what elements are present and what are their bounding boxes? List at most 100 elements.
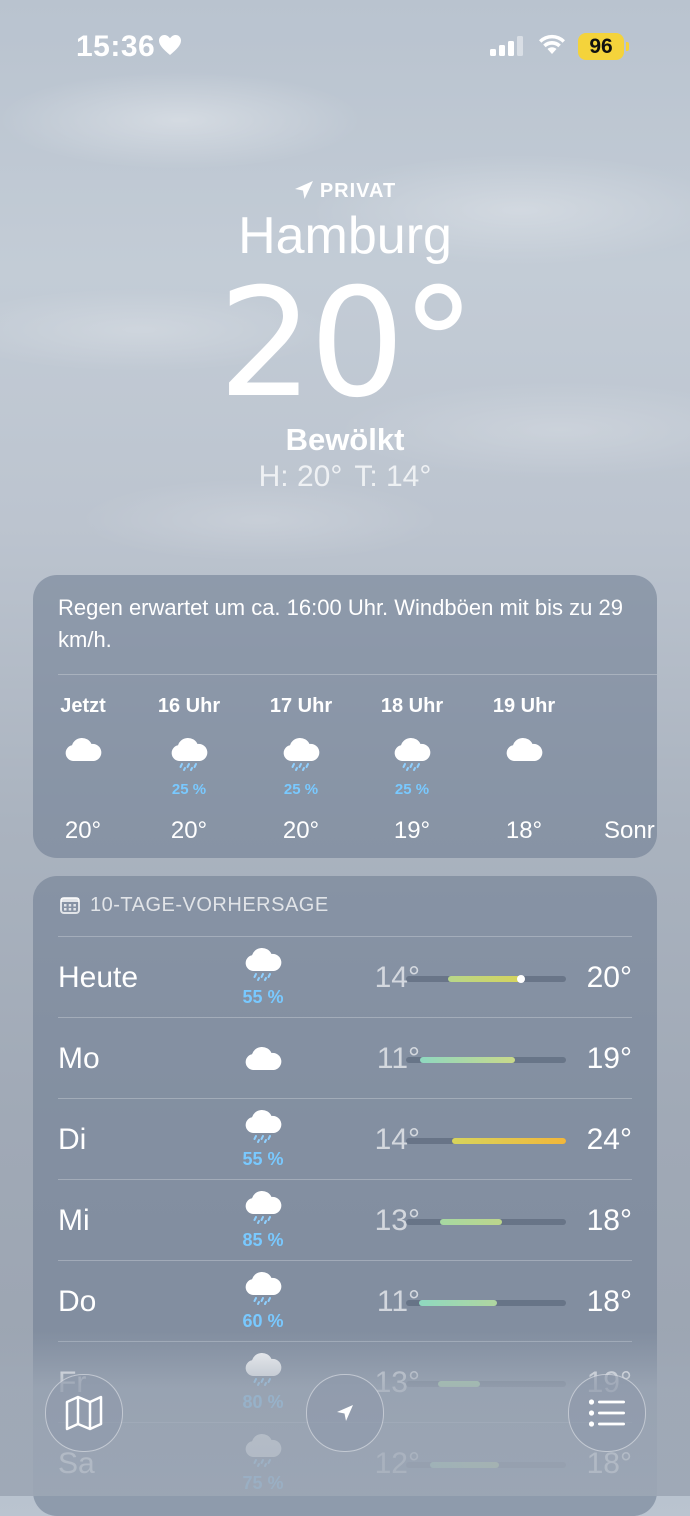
hour-item: Jetzt 20°	[33, 695, 133, 844]
cloud-rain-icon	[245, 1352, 282, 1386]
hour-label: 16 Uhr	[157, 695, 221, 717]
hour-item: 16 Uhr 25 % 20°	[139, 695, 239, 844]
current-location-button[interactable]	[306, 1374, 384, 1452]
status-bar: 15:36 96	[0, 0, 690, 92]
temperature-range-fill	[430, 1462, 499, 1468]
day-icon	[218, 1433, 308, 1472]
day-row[interactable]: Heute 55 % 14° 20°	[58, 937, 632, 1017]
day-high: 18°	[586, 1447, 632, 1480]
current-temp-dot	[517, 975, 526, 983]
temperature-range-fill	[447, 976, 522, 982]
temperature-range-fill	[452, 1138, 566, 1144]
cloud-rain-icon	[245, 1190, 282, 1224]
day-icon	[218, 1046, 308, 1077]
cloud-rain-icon	[283, 737, 320, 771]
hour-icon	[474, 737, 574, 768]
divider	[58, 674, 657, 675]
day-precip: 75 %	[242, 1473, 284, 1493]
daily-forecast-header: 10-TAGE-VORHERSAGE	[60, 894, 329, 917]
hour-item: 18 Uhr 25 % 19°	[362, 695, 462, 844]
cellular-signal-icon	[490, 36, 523, 56]
day-icon	[218, 947, 308, 986]
day-label: Mi	[58, 1204, 90, 1237]
day-precip: 55 %	[242, 1149, 284, 1169]
day-icon	[218, 1271, 308, 1310]
cloud-rain-icon	[245, 1109, 282, 1143]
cloud-rain-icon	[171, 737, 208, 771]
temperature-value: 20	[218, 257, 405, 431]
forecast-summary: Regen erwartet um ca. 16:00 Uhr. Windböe…	[58, 595, 623, 652]
hour-icon	[251, 737, 351, 776]
temperature-range-fill	[439, 1219, 502, 1225]
hour-temp: 18°	[505, 817, 543, 844]
day-label: Di	[58, 1123, 87, 1156]
list-icon	[588, 1399, 625, 1427]
hour-label: Jetzt	[60, 695, 106, 717]
day-high: 20°	[586, 961, 632, 994]
cloud-rain-icon	[245, 1433, 282, 1467]
cloud-rain-icon	[394, 737, 431, 771]
temperature-range-fill	[420, 1057, 515, 1063]
location-label: PRIVAT	[319, 180, 397, 202]
day-label: Mo	[58, 1042, 100, 1075]
hour-temp: 20°	[282, 817, 320, 844]
hourly-forecast-card[interactable]: Regen erwartet um ca. 16:00 Uhr. Windböe…	[33, 575, 657, 858]
temperature-range-bar	[406, 1462, 566, 1468]
hour-label: 17 Uhr	[269, 695, 333, 717]
day-high: 18°	[586, 1204, 632, 1237]
temperature-range-bar	[406, 1219, 566, 1225]
day-row[interactable]: Do 60 % 11° 18°	[58, 1261, 632, 1341]
day-icon	[218, 1190, 308, 1229]
day-label: Heute	[58, 961, 139, 994]
hour-temp: Sonr	[604, 817, 655, 844]
day-row[interactable]: Mo 11° 19°	[58, 1018, 632, 1098]
battery-indicator: 96	[578, 33, 624, 60]
hour-item: 19 Uhr 18°	[474, 695, 574, 844]
day-high: 18°	[586, 1285, 632, 1318]
temperature-range-bar	[406, 975, 566, 983]
location-label-row: PRIVAT	[0, 180, 690, 203]
day-label: Do	[58, 1285, 97, 1318]
low-temp: T: 14°	[354, 460, 432, 493]
day-precip: 60 %	[242, 1311, 284, 1331]
current-temperature: 20°	[0, 264, 690, 424]
degree-symbol: °	[400, 257, 476, 431]
hour-temp: 20°	[170, 817, 208, 844]
temperature-range-bar	[406, 1381, 566, 1387]
day-precip: 80 %	[242, 1392, 284, 1412]
high-low: H: 20° T: 14°	[0, 460, 690, 494]
city-list-button[interactable]	[568, 1374, 646, 1452]
map-icon	[65, 1395, 103, 1431]
location-arrow-icon	[337, 1405, 353, 1421]
temperature-range-fill	[438, 1381, 480, 1387]
calendar-icon	[60, 897, 80, 914]
day-row[interactable]: Mi 85 % 13° 18°	[58, 1180, 632, 1260]
hour-temp: 19°	[393, 817, 431, 844]
cloud-icon	[245, 1046, 282, 1070]
high-temp: H: 20°	[258, 460, 343, 493]
temperature-range-bar	[406, 1138, 566, 1144]
day-label: Sa	[58, 1447, 95, 1480]
day-high: 19°	[586, 1042, 632, 1075]
cloud-rain-icon	[245, 1271, 282, 1305]
hour-precip: 25 %	[171, 781, 207, 798]
temperature-range-bar	[406, 1057, 566, 1063]
status-time: 15:36	[76, 30, 156, 63]
condition-text: Bewölkt	[285, 422, 405, 457]
cloud-icon	[65, 737, 102, 761]
daily-forecast-title: 10-TAGE-VORHERSAGE	[90, 894, 329, 916]
day-row[interactable]: Di 55 % 14° 24°	[58, 1099, 632, 1179]
hour-precip: 25 %	[283, 781, 319, 798]
temperature-range-fill	[418, 1300, 498, 1306]
hour-precip: 25 %	[394, 781, 430, 798]
day-icon	[218, 1109, 308, 1148]
wifi-icon	[539, 34, 565, 54]
day-precip: 55 %	[242, 987, 284, 1007]
day-high: 24°	[586, 1123, 632, 1156]
cloud-rain-icon	[245, 947, 282, 981]
hour-temp: 20°	[64, 817, 102, 844]
temperature-range-bar	[406, 1300, 566, 1306]
map-button[interactable]	[45, 1374, 123, 1452]
location-arrow-icon	[294, 181, 313, 199]
hour-icon	[33, 737, 133, 768]
